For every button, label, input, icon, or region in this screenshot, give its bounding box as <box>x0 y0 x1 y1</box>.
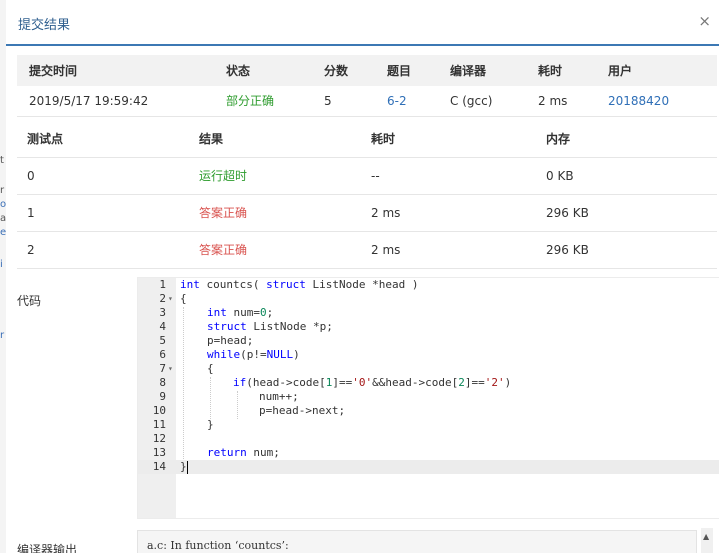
submission-elapsed: 2 ms <box>538 93 568 108</box>
line-number: 9 <box>159 390 166 403</box>
case-memory: 0 KB <box>546 168 574 183</box>
column-header-status: 状态 <box>226 64 251 78</box>
line-number: 8 <box>159 376 166 389</box>
case-memory: 296 KB <box>546 205 589 220</box>
user-link[interactable]: 20188420 <box>596 86 717 116</box>
submission-table-header: 提交时间 状态 分数 题目 编译器 耗时 用户 <box>17 55 717 86</box>
code-text: } <box>180 460 187 473</box>
code-line: 8 if(head->code[1]=='0'&&head->code[2]==… <box>138 376 719 390</box>
line-number: 3 <box>159 306 166 319</box>
case-result: 运行超时 <box>199 169 248 183</box>
line-number: 14 <box>152 460 166 473</box>
code-text: { <box>207 362 214 375</box>
test-case-table: 测试点 结果 耗时 内存 0 运行超时 -- 0 KB 1 答案正确 2 ms … <box>17 120 717 269</box>
column-header-result: 结果 <box>199 131 224 146</box>
line-number: 7 <box>159 362 166 375</box>
background-glyph: i <box>0 259 3 270</box>
case-id: 1 <box>27 205 35 220</box>
code-line: 10 p=head->next; <box>138 404 719 418</box>
submission-score: 5 <box>324 93 332 108</box>
case-result: 答案正确 <box>199 206 248 220</box>
table-row: 0 运行超时 -- 0 KB <box>17 157 717 194</box>
code-text: p=head->next; <box>259 404 346 417</box>
code-text: if(head->code[1]=='0'&&head->code[2]=='2… <box>233 376 512 389</box>
code-line: 6 while(p!=NULL) <box>138 348 719 362</box>
text-cursor <box>187 461 188 474</box>
line-number: 6 <box>159 348 166 361</box>
column-header-elapsed: 耗时 <box>538 64 563 78</box>
column-header-case-time: 耗时 <box>371 131 396 146</box>
submission-compiler: C (gcc) <box>450 93 493 108</box>
code-line: 1 int countcs( struct ListNode *head ) <box>138 278 719 292</box>
case-memory: 296 KB <box>546 242 589 257</box>
code-text: struct ListNode *p; <box>207 320 333 333</box>
code-text: int num=0; <box>207 306 274 319</box>
column-header-score: 分数 <box>324 64 349 78</box>
line-number: 12 <box>152 432 166 445</box>
submission-row: 2019/5/17 19:59:42 部分正确 5 6-2 C (gcc) 2 … <box>17 86 717 116</box>
case-time: -- <box>371 168 380 183</box>
background-glyph: r <box>0 330 5 341</box>
line-number: 1 <box>159 278 166 291</box>
code-line: 2 ▾ { <box>138 292 719 306</box>
code-line: 5 p=head; <box>138 334 719 348</box>
case-time: 2 ms <box>371 205 401 220</box>
code-line: 13 return num; <box>138 446 719 460</box>
code-text: } <box>207 418 214 431</box>
case-result: 答案正确 <box>199 243 248 257</box>
code-line: 3 int num=0; <box>138 306 719 320</box>
line-number: 4 <box>159 320 166 333</box>
line-number: 11 <box>152 418 166 431</box>
code-text: while(p!=NULL) <box>207 348 300 361</box>
line-number: 2 <box>159 292 166 305</box>
table-row: 1 答案正确 2 ms 296 KB <box>17 194 717 231</box>
code-line: 9 num++; <box>138 390 719 404</box>
submission-table: 提交时间 状态 分数 题目 编译器 耗时 用户 2019/5/17 19:59:… <box>17 55 717 117</box>
code-text: p=head; <box>207 334 254 347</box>
code-label: 代码 <box>17 294 42 308</box>
line-number: 10 <box>152 404 166 417</box>
code-line: 4 struct ListNode *p; <box>138 320 719 334</box>
test-case-header: 测试点 结果 耗时 内存 <box>17 120 717 157</box>
close-icon[interactable]: × <box>698 12 711 30</box>
column-header-compiler: 编译器 <box>450 64 487 78</box>
column-header-case: 测试点 <box>27 131 64 146</box>
table-row: 2 答案正确 2 ms 296 KB <box>17 231 717 268</box>
code-text: int countcs( struct ListNode *head ) <box>180 278 419 291</box>
compiler-output-box: a.c: In function ‘countcs’: <box>137 530 697 553</box>
code-text: return num; <box>207 446 280 459</box>
compiler-output-label: 编译器输出 <box>17 543 78 553</box>
modal-scrollbar[interactable]: ▲ <box>701 528 713 553</box>
modal-title: 提交结果 <box>18 18 71 33</box>
column-header-problem: 题目 <box>387 64 412 78</box>
line-number: 13 <box>152 446 166 459</box>
case-id: 2 <box>27 242 35 257</box>
code-line-active: 14 } <box>138 460 719 474</box>
column-header-time: 提交时间 <box>29 64 78 78</box>
fold-arrow-icon[interactable]: ▾ <box>168 292 176 306</box>
compiler-output-text: a.c: In function ‘countcs’: <box>147 539 289 552</box>
submission-result-modal: 提交结果 × 提交时间 状态 分数 题目 编译器 耗时 用户 2019/5/17… <box>6 0 719 553</box>
scroll-up-icon[interactable]: ▲ <box>703 532 709 541</box>
code-text: { <box>180 292 187 305</box>
fold-arrow-icon[interactable]: ▾ <box>168 362 176 376</box>
modal-header: 提交结果 × <box>6 0 719 46</box>
background-glyph: r <box>0 185 5 196</box>
background-glyph: t <box>0 155 4 166</box>
line-number: 5 <box>159 334 166 347</box>
case-time: 2 ms <box>371 242 401 257</box>
case-id: 0 <box>27 168 35 183</box>
code-text: num++; <box>259 390 299 403</box>
code-line: 7 ▾ { <box>138 362 719 376</box>
code-editor[interactable]: 1 int countcs( struct ListNode *head ) 2… <box>137 277 719 519</box>
column-header-memory: 内存 <box>546 131 571 146</box>
column-header-user: 用户 <box>608 64 633 78</box>
problem-link[interactable]: 6-2 <box>375 86 438 116</box>
submission-time: 2019/5/17 19:59:42 <box>29 93 149 108</box>
status-badge: 部分正确 <box>226 94 275 109</box>
code-line: 11 } <box>138 418 719 432</box>
code-line: 12 <box>138 432 719 446</box>
